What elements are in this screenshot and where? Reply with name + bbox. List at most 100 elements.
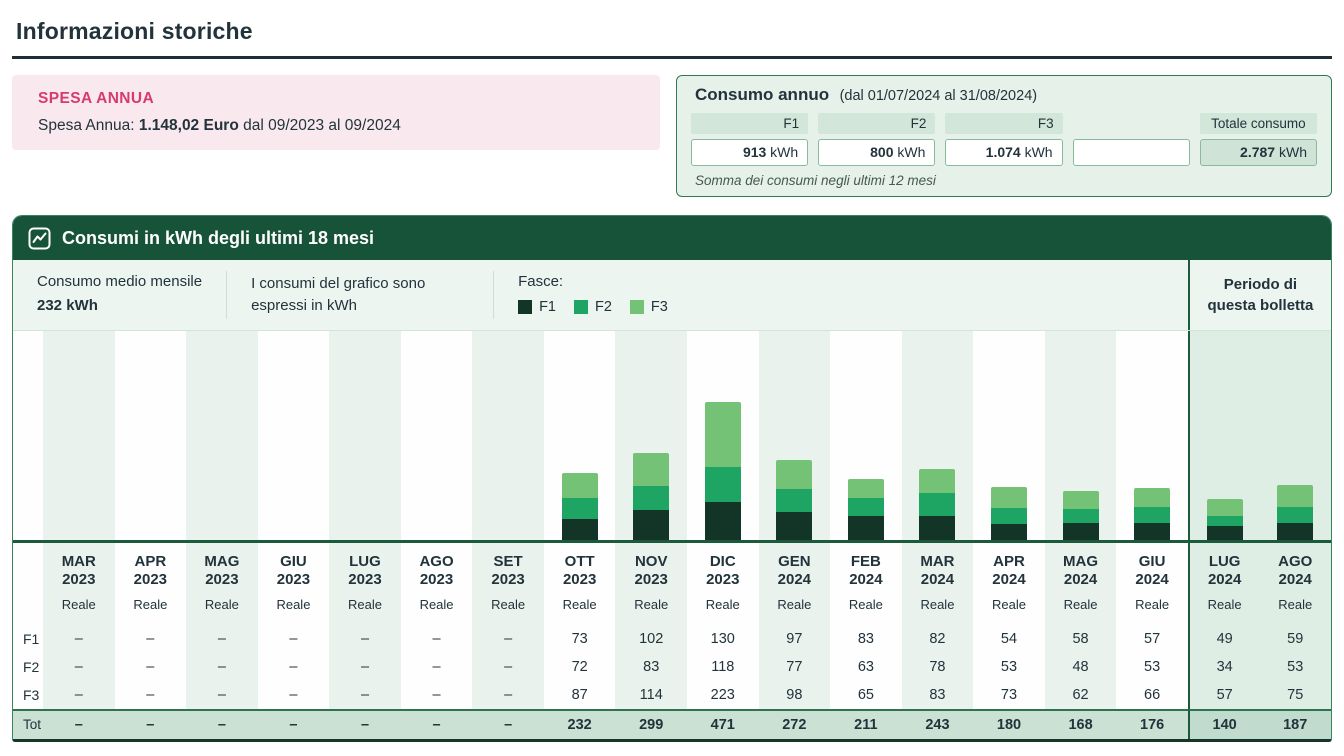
value-f3-nov-2023: 114 (615, 681, 687, 709)
reading-type: Reale (920, 597, 954, 612)
value-f3-mag-2023: – (186, 681, 258, 709)
bar-apr-2024 (991, 487, 1027, 540)
chart-column-ago-2024 (1259, 331, 1331, 540)
month-name: LUG2023 (348, 553, 381, 589)
consumo-annuo-title: Consumo annuo (695, 85, 829, 104)
total-ago-2023: – (401, 709, 473, 739)
value-f1-ago-2024: 59 (1259, 625, 1331, 653)
month-name: GEN2024 (778, 553, 811, 589)
value-f3-lug-2023: – (329, 681, 401, 709)
average-consumption-label: Consumo medio mensile (37, 273, 202, 290)
value-f1-lug-2023: – (329, 625, 401, 653)
spesa-annua-period: dal 09/2023 al 09/2024 (243, 117, 401, 134)
bar-segment-f1 (633, 510, 669, 540)
value-f3-apr-2023: – (115, 681, 187, 709)
reading-type: Reale (1135, 597, 1169, 612)
consumption-history-panel: Consumi in kWh degli ultimi 18 mesi Cons… (12, 215, 1332, 742)
panel-title: Consumi in kWh degli ultimi 18 mesi (62, 228, 374, 249)
bar-segment-f1 (1063, 523, 1099, 540)
value-f3-set-2023: – (472, 681, 544, 709)
bar-segment-f2 (1207, 516, 1243, 526)
value-f1-ott-2023: 73 (544, 625, 616, 653)
total-mar-2023: – (43, 709, 115, 739)
month-name: FEB2024 (849, 553, 882, 589)
reading-type: Reale (1278, 597, 1312, 612)
chart-column-mar-2023 (43, 331, 115, 540)
reading-type: Reale (706, 597, 740, 612)
total-set-2023: – (472, 709, 544, 739)
legend-label-f2: F2 (595, 299, 612, 315)
value-f2-nov-2023: 83 (615, 653, 687, 681)
bar-segment-f2 (1134, 507, 1170, 523)
total-apr-2023: – (115, 709, 187, 739)
consumo-annuo-title-row: Consumo annuo (dal 01/07/2024 al 31/08/2… (691, 85, 1317, 105)
month-name: DIC2023 (706, 553, 739, 589)
total-gen-2024: 272 (759, 709, 831, 739)
reading-type: Reale (205, 597, 239, 612)
bar-nov-2023 (633, 453, 669, 540)
value-f3-dic-2023: 223 (687, 681, 759, 709)
value-f2-feb-2024: 63 (830, 653, 902, 681)
consumption-bar-chart (13, 331, 1331, 543)
total-mar-2024: 243 (902, 709, 974, 739)
reading-type: Reale (62, 597, 96, 612)
reading-type: Reale (1064, 597, 1098, 612)
month-name: MAR2024 (920, 553, 954, 589)
consumption-table: MAR2023RealeAPR2023RealeMAG2023RealeGIU2… (13, 543, 1331, 739)
total-mag-2023: – (186, 709, 258, 739)
total-lug-2023: – (329, 709, 401, 739)
bar-segment-f1 (562, 519, 598, 540)
value-f1-dic-2023: 130 (687, 625, 759, 653)
f1-swatch-icon (518, 300, 532, 314)
reading-type: Reale (491, 597, 525, 612)
spesa-annua-box: SPESA ANNUA Spesa Annua: 1.148,02 Euro d… (12, 75, 660, 150)
value-f2-mar-2023: – (43, 653, 115, 681)
page-title: Informazioni storiche (12, 14, 1332, 59)
row-label-f1: F1 (13, 625, 43, 653)
bar-mag-2024 (1063, 491, 1099, 540)
row-label-f2: F2 (13, 653, 43, 681)
spesa-annua-title: SPESA ANNUA (38, 90, 634, 108)
chart-column-apr-2023 (115, 331, 187, 540)
chart-column-dic-2023 (687, 331, 759, 540)
bar-segment-f1 (776, 512, 812, 540)
panel-header: Consumi in kWh degli ultimi 18 mesi (13, 216, 1331, 260)
bar-gen-2024 (776, 460, 812, 540)
value-f1-mar-2023: – (43, 625, 115, 653)
chart-column-nov-2023 (615, 331, 687, 540)
month-name: APR2023 (134, 553, 167, 589)
value-f3-apr-2024: 73 (973, 681, 1045, 709)
reading-type: Reale (420, 597, 454, 612)
month-header-lug-2024: LUG2024Reale (1188, 543, 1260, 625)
month-name: AGO2024 (1278, 553, 1312, 589)
bar-segment-f2 (705, 467, 741, 502)
bar-segment-f3 (919, 469, 955, 493)
reading-type: Reale (276, 597, 310, 612)
bar-segment-f1 (1207, 526, 1243, 540)
value-f3-ott-2023: 87 (544, 681, 616, 709)
total-ott-2023: 232 (544, 709, 616, 739)
month-name: APR2024 (992, 553, 1025, 589)
month-header-mar-2023: MAR2023Reale (43, 543, 115, 625)
consumo-header-f3: F3 (945, 113, 1062, 134)
month-name: MAG2023 (204, 553, 239, 589)
chart-column-set-2023 (472, 331, 544, 540)
bar-segment-f1 (848, 516, 884, 540)
month-name: NOV2023 (635, 553, 668, 589)
month-header-ago-2023: AGO2023Reale (401, 543, 473, 625)
month-header-feb-2024: FEB2024Reale (830, 543, 902, 625)
value-f1-mar-2024: 82 (902, 625, 974, 653)
total-nov-2023: 299 (615, 709, 687, 739)
consumo-value-f3: 1.074 kWh (945, 139, 1062, 166)
bar-segment-f3 (633, 453, 669, 486)
month-header-mag-2023: MAG2023 Reale (186, 543, 258, 625)
chart-column-giu-2023 (258, 331, 330, 540)
average-consumption-value: 232 kWh (37, 297, 202, 314)
bar-segment-f3 (1134, 488, 1170, 507)
value-f3-lug-2024: 57 (1188, 681, 1260, 709)
f3-swatch-icon (630, 300, 644, 314)
reading-type: Reale (634, 597, 668, 612)
month-header-giu-2024: GIU2024Reale (1116, 543, 1188, 625)
bill-period-label: Periodo di questa bolletta (1188, 260, 1331, 330)
bar-segment-f2 (1277, 507, 1313, 523)
